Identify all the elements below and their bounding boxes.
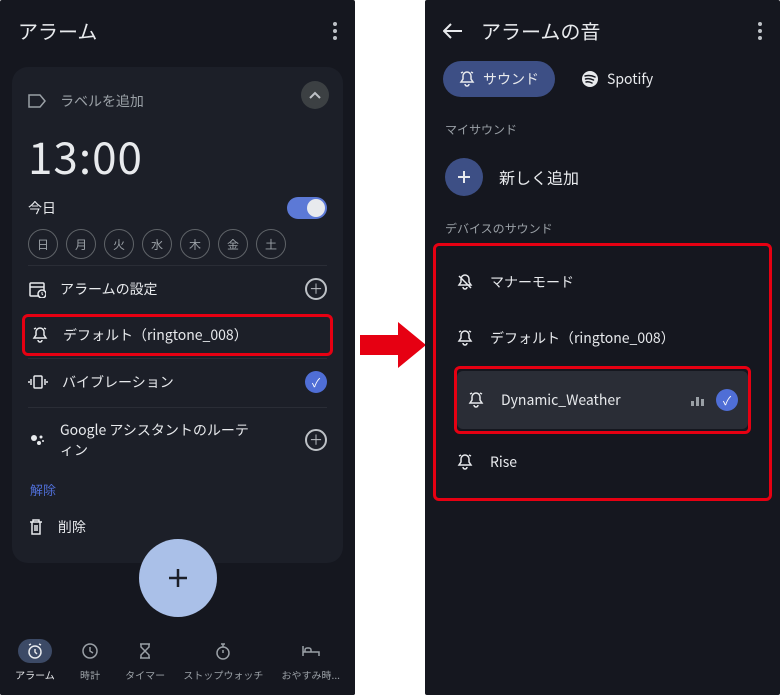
nav-stopwatch[interactable]: ストップウォッチ — [183, 639, 263, 682]
bell-icon — [456, 329, 474, 347]
nav-alarm[interactable]: アラーム — [15, 639, 55, 682]
now-playing-icon — [691, 394, 704, 406]
plus-icon — [445, 158, 483, 196]
delete-label: 削除 — [58, 517, 86, 537]
collapse-button[interactable] — [301, 81, 329, 109]
calendar-icon — [28, 280, 46, 298]
sound-item-default[interactable]: デフォルト（ringtone_008） — [446, 310, 759, 366]
alarm-toggle[interactable] — [287, 197, 327, 219]
alarm-card: ラベルを追加 13:00 今日 日 月 火 水 木 金 土 アラームの設定 ＋ — [12, 67, 343, 563]
overflow-menu-icon[interactable] — [333, 22, 337, 40]
alarm-screen: アラーム ラベルを追加 13:00 今日 日 月 火 水 木 金 土 — [0, 0, 355, 695]
alarm-settings-row[interactable]: アラームの設定 ＋ — [28, 265, 327, 312]
label-row[interactable]: ラベルを追加 — [28, 83, 327, 119]
add-icon[interactable]: ＋ — [305, 278, 327, 300]
section-my-sounds: マイサウンド — [425, 111, 780, 144]
tutorial-arrow-icon — [358, 315, 428, 375]
vibration-label: バイブレーション — [62, 372, 174, 392]
assistant-row[interactable]: Google アシスタントのルーティン ＋ — [28, 407, 327, 472]
bed-icon — [294, 639, 328, 663]
header: アラームの音 — [425, 0, 780, 55]
trash-icon — [28, 518, 44, 536]
sound-dynamic-label: Dynamic_Weather — [501, 390, 621, 410]
label-icon — [28, 94, 46, 108]
source-chips: サウンド Spotify — [425, 55, 780, 111]
chip-spotify-label: Spotify — [607, 69, 653, 89]
page-title: アラーム — [18, 16, 97, 45]
dismiss-link[interactable]: 解除 — [28, 472, 327, 507]
day-selector: 日 月 火 水 木 金 土 — [28, 229, 327, 259]
nav-stopwatch-label: ストップウォッチ — [183, 667, 263, 682]
assistant-label: Google アシスタントのルーティン — [60, 420, 260, 460]
label-placeholder: ラベルを追加 — [60, 91, 144, 111]
bell-icon — [31, 326, 49, 344]
bell-icon — [459, 71, 475, 87]
bell-icon — [456, 453, 474, 471]
today-row: 今日 — [28, 197, 327, 219]
chip-sound-label: サウンド — [483, 69, 539, 89]
back-arrow-icon[interactable] — [443, 23, 463, 39]
nav-clock[interactable]: 時計 — [73, 639, 107, 682]
add-icon[interactable]: ＋ — [305, 429, 327, 451]
day-thu[interactable]: 木 — [180, 229, 210, 259]
sound-item-silent[interactable]: マナーモード — [446, 254, 759, 310]
overflow-menu-icon[interactable] — [758, 22, 762, 40]
check-icon: ✓ — [716, 389, 738, 411]
add-sound-row[interactable]: 新しく追加 — [425, 144, 780, 210]
alarm-icon — [18, 639, 52, 663]
device-sounds-highlight: マナーモード デフォルト（ringtone_008） — [433, 243, 772, 501]
assistant-icon — [28, 431, 46, 449]
vibration-row[interactable]: バイブレーション ✓ — [28, 358, 327, 405]
sound-list: マナーモード デフォルト（ringtone_008） — [446, 254, 759, 490]
header: アラーム — [0, 0, 355, 55]
clock-icon — [73, 639, 107, 663]
chip-sound[interactable]: サウンド — [443, 61, 555, 97]
sound-rise-label: Rise — [490, 452, 517, 472]
add-alarm-fab[interactable] — [139, 539, 217, 617]
nav-bedtime-label: おやすみ時... — [282, 667, 340, 682]
day-sun[interactable]: 日 — [28, 229, 58, 259]
bottom-nav: アラーム 時計 タイマー ストップウォッチ おやすみ時... — [0, 625, 355, 695]
add-sound-label: 新しく追加 — [499, 165, 579, 189]
sound-silent-label: マナーモード — [490, 272, 574, 292]
ringtone-row[interactable]: デフォルト（ringtone_008） — [22, 314, 333, 356]
today-label: 今日 — [28, 198, 56, 218]
selected-sound-highlight: Dynamic_Weather ✓ — [454, 366, 751, 434]
sound-item-rise[interactable]: Rise — [446, 434, 759, 490]
nav-timer-label: タイマー — [125, 667, 165, 682]
bell-icon — [467, 391, 485, 409]
alarm-time[interactable]: 13:00 — [28, 123, 327, 187]
day-tue[interactable]: 火 — [104, 229, 134, 259]
nav-timer[interactable]: タイマー — [125, 639, 165, 682]
ringtone-label: デフォルト（ringtone_008） — [63, 325, 248, 345]
vibration-icon — [28, 374, 48, 390]
nav-bedtime[interactable]: おやすみ時... — [282, 639, 340, 682]
page-title: アラームの音 — [481, 16, 600, 45]
day-fri[interactable]: 金 — [218, 229, 248, 259]
hourglass-icon — [128, 639, 162, 663]
day-wed[interactable]: 水 — [142, 229, 172, 259]
alarm-settings-label: アラームの設定 — [60, 279, 158, 299]
sound-item-dynamic[interactable]: Dynamic_Weather ✓ — [457, 371, 748, 429]
sound-default-label: デフォルト（ringtone_008） — [490, 328, 675, 348]
nav-alarm-label: アラーム — [15, 667, 55, 682]
day-sat[interactable]: 土 — [256, 229, 286, 259]
chip-spotify[interactable]: Spotify — [565, 61, 669, 97]
bell-off-icon — [456, 273, 474, 291]
stopwatch-icon — [206, 639, 240, 663]
spotify-icon — [581, 70, 599, 88]
alarm-sound-screen: アラームの音 サウンド Spotify マイサウンド 新しく追加 デバイスのサウ… — [425, 0, 780, 695]
section-device-sounds: デバイスのサウンド — [425, 210, 780, 243]
day-mon[interactable]: 月 — [66, 229, 96, 259]
nav-clock-label: 時計 — [80, 667, 100, 682]
check-icon[interactable]: ✓ — [305, 371, 327, 393]
